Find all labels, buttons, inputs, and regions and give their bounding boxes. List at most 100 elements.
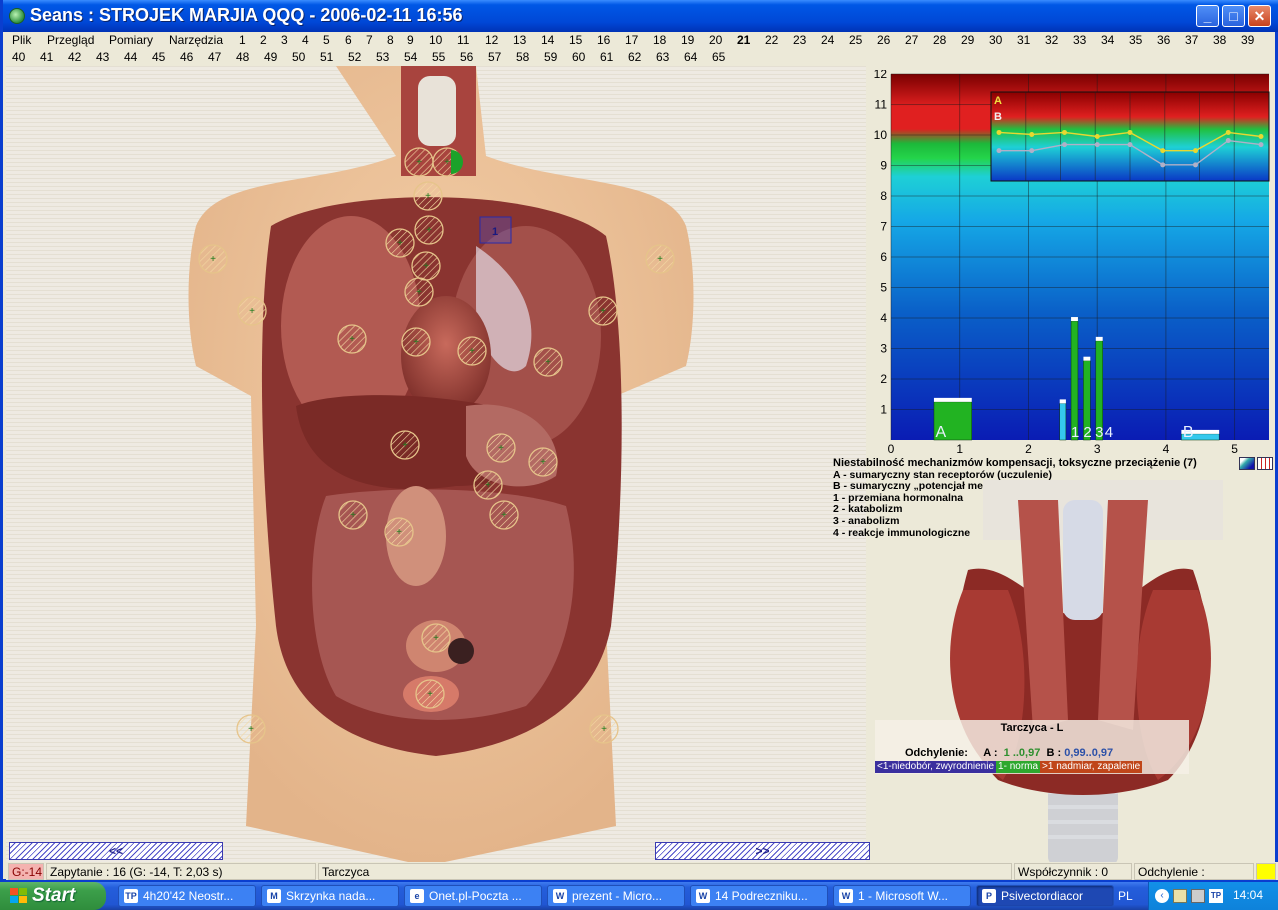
session-tab-27[interactable]: 27 bbox=[905, 33, 918, 47]
session-tab-18[interactable]: 18 bbox=[653, 33, 666, 47]
session-tab-65[interactable]: 65 bbox=[712, 50, 725, 64]
session-tab-22[interactable]: 22 bbox=[765, 33, 778, 47]
menu-item-3[interactable]: Narzędzia bbox=[169, 33, 223, 47]
menu-item-0[interactable]: Plik bbox=[12, 33, 31, 47]
session-tab-62[interactable]: 62 bbox=[628, 50, 641, 64]
start-label: Start bbox=[32, 885, 76, 906]
session-tab-41[interactable]: 41 bbox=[40, 50, 53, 64]
session-tab-44[interactable]: 44 bbox=[124, 50, 137, 64]
clock[interactable]: 14:04 bbox=[1233, 888, 1263, 902]
session-tab-39[interactable]: 39 bbox=[1241, 33, 1254, 47]
session-tab-10[interactable]: 10 bbox=[429, 33, 442, 47]
chart-tool-icons bbox=[1239, 457, 1275, 475]
session-tab-2[interactable]: 2 bbox=[260, 33, 267, 47]
session-tab-47[interactable]: 47 bbox=[208, 50, 221, 64]
session-tab-55[interactable]: 55 bbox=[432, 50, 445, 64]
session-tab-42[interactable]: 42 bbox=[68, 50, 81, 64]
session-tab-23[interactable]: 23 bbox=[793, 33, 806, 47]
status-organ: Tarczyca bbox=[318, 863, 1012, 880]
tray-app-icon[interactable]: TP bbox=[1209, 889, 1223, 903]
session-tab-11[interactable]: 11 bbox=[457, 33, 469, 47]
taskbar-item-2[interactable]: e Onet.pl-Poczta ... bbox=[404, 885, 542, 907]
session-tab-63[interactable]: 63 bbox=[656, 50, 669, 64]
session-tab-1[interactable]: 1 bbox=[239, 33, 246, 47]
taskbar-item-3[interactable]: Wprezent - Micro... bbox=[547, 885, 685, 907]
tray-arrow-icon[interactable]: ‹ bbox=[1155, 889, 1169, 903]
session-tab-46[interactable]: 46 bbox=[180, 50, 193, 64]
session-tab-5[interactable]: 5 bbox=[323, 33, 330, 47]
session-tab-30[interactable]: 30 bbox=[989, 33, 1002, 47]
session-tab-28[interactable]: 28 bbox=[933, 33, 946, 47]
session-tab-31[interactable]: 31 bbox=[1017, 33, 1030, 47]
taskbar-item-5[interactable]: W 1 - Microsoft W... bbox=[833, 885, 971, 907]
tray-network-icon[interactable] bbox=[1173, 889, 1187, 903]
session-tab-16[interactable]: 16 bbox=[597, 33, 610, 47]
session-tab-54[interactable]: 54 bbox=[404, 50, 417, 64]
session-tab-8[interactable]: 8 bbox=[387, 33, 394, 47]
session-tab-26[interactable]: 26 bbox=[877, 33, 890, 47]
next-button[interactable]: >> bbox=[655, 842, 870, 860]
session-tab-21[interactable]: 21 bbox=[737, 33, 750, 47]
session-tab-45[interactable]: 45 bbox=[152, 50, 165, 64]
session-tab-14[interactable]: 14 bbox=[541, 33, 554, 47]
taskbar-item-0[interactable]: TP 4h20'42 Neostr... bbox=[118, 885, 256, 907]
palette-icon[interactable] bbox=[1239, 457, 1255, 470]
session-tab-3[interactable]: 3 bbox=[281, 33, 288, 47]
taskbar-item-4[interactable]: W 14 Podreczniku... bbox=[690, 885, 828, 907]
session-tab-58[interactable]: 58 bbox=[516, 50, 529, 64]
menu-item-1[interactable]: Przegląd bbox=[47, 33, 94, 47]
session-tab-50[interactable]: 50 bbox=[292, 50, 305, 64]
grid-toggle-icon[interactable] bbox=[1257, 457, 1273, 470]
inset-point-B bbox=[1094, 142, 1100, 148]
session-tab-34[interactable]: 34 bbox=[1101, 33, 1114, 47]
maximize-button[interactable]: □ bbox=[1222, 5, 1245, 27]
session-tab-61[interactable]: 61 bbox=[600, 50, 613, 64]
session-tab-17[interactable]: 17 bbox=[625, 33, 638, 47]
taskbar-item-label: 1 - Microsoft W... bbox=[858, 889, 949, 903]
session-tab-60[interactable]: 60 bbox=[572, 50, 585, 64]
session-tab-20[interactable]: 20 bbox=[709, 33, 722, 47]
session-tab-37[interactable]: 37 bbox=[1185, 33, 1198, 47]
session-tab-32[interactable]: 32 bbox=[1045, 33, 1058, 47]
session-tab-49[interactable]: 49 bbox=[264, 50, 277, 64]
session-tab-13[interactable]: 13 bbox=[513, 33, 526, 47]
session-tab-53[interactable]: 53 bbox=[376, 50, 389, 64]
title-bar[interactable]: Seans : STROJEK MARJIA QQQ - 2006-02-11 … bbox=[3, 0, 1278, 32]
thyroid-image bbox=[908, 480, 1248, 865]
session-tab-29[interactable]: 29 bbox=[961, 33, 974, 47]
session-tab-25[interactable]: 25 bbox=[849, 33, 862, 47]
taskbar-item-6[interactable]: P Psivectordiacor bbox=[976, 885, 1114, 907]
session-tab-6[interactable]: 6 bbox=[345, 33, 352, 47]
taskbar-item-label: 4h20'42 Neostr... bbox=[143, 889, 234, 903]
session-tab-9[interactable]: 9 bbox=[407, 33, 414, 47]
inset-point-B bbox=[1258, 142, 1264, 148]
session-tab-38[interactable]: 38 bbox=[1213, 33, 1226, 47]
taskbar-item-1[interactable]: M Skrzynka nada... bbox=[261, 885, 399, 907]
session-tab-48[interactable]: 48 bbox=[236, 50, 249, 64]
session-tab-51[interactable]: 51 bbox=[320, 50, 333, 64]
menu-item-2[interactable]: Pomiary bbox=[109, 33, 153, 47]
tray-device-icon[interactable] bbox=[1191, 889, 1205, 903]
session-tab-36[interactable]: 36 bbox=[1157, 33, 1170, 47]
session-tab-7[interactable]: 7 bbox=[366, 33, 373, 47]
session-tab-57[interactable]: 57 bbox=[488, 50, 501, 64]
app-icon[interactable] bbox=[9, 8, 25, 24]
session-tab-24[interactable]: 24 bbox=[821, 33, 834, 47]
prev-button[interactable]: << bbox=[9, 842, 223, 860]
session-tab-35[interactable]: 35 bbox=[1129, 33, 1142, 47]
start-button[interactable]: Start bbox=[0, 882, 106, 910]
session-tab-52[interactable]: 52 bbox=[348, 50, 361, 64]
session-tab-33[interactable]: 33 bbox=[1073, 33, 1086, 47]
session-tab-56[interactable]: 56 bbox=[460, 50, 473, 64]
session-tab-12[interactable]: 12 bbox=[485, 33, 498, 47]
session-tab-19[interactable]: 19 bbox=[681, 33, 694, 47]
session-tab-15[interactable]: 15 bbox=[569, 33, 582, 47]
session-tab-64[interactable]: 64 bbox=[684, 50, 697, 64]
session-tab-59[interactable]: 59 bbox=[544, 50, 557, 64]
session-tab-43[interactable]: 43 bbox=[96, 50, 109, 64]
language-indicator[interactable]: PL bbox=[1118, 889, 1133, 903]
session-tab-4[interactable]: 4 bbox=[302, 33, 309, 47]
close-button[interactable]: ✕ bbox=[1248, 5, 1271, 27]
session-tab-40[interactable]: 40 bbox=[12, 50, 25, 64]
minimize-button[interactable]: _ bbox=[1196, 5, 1219, 27]
